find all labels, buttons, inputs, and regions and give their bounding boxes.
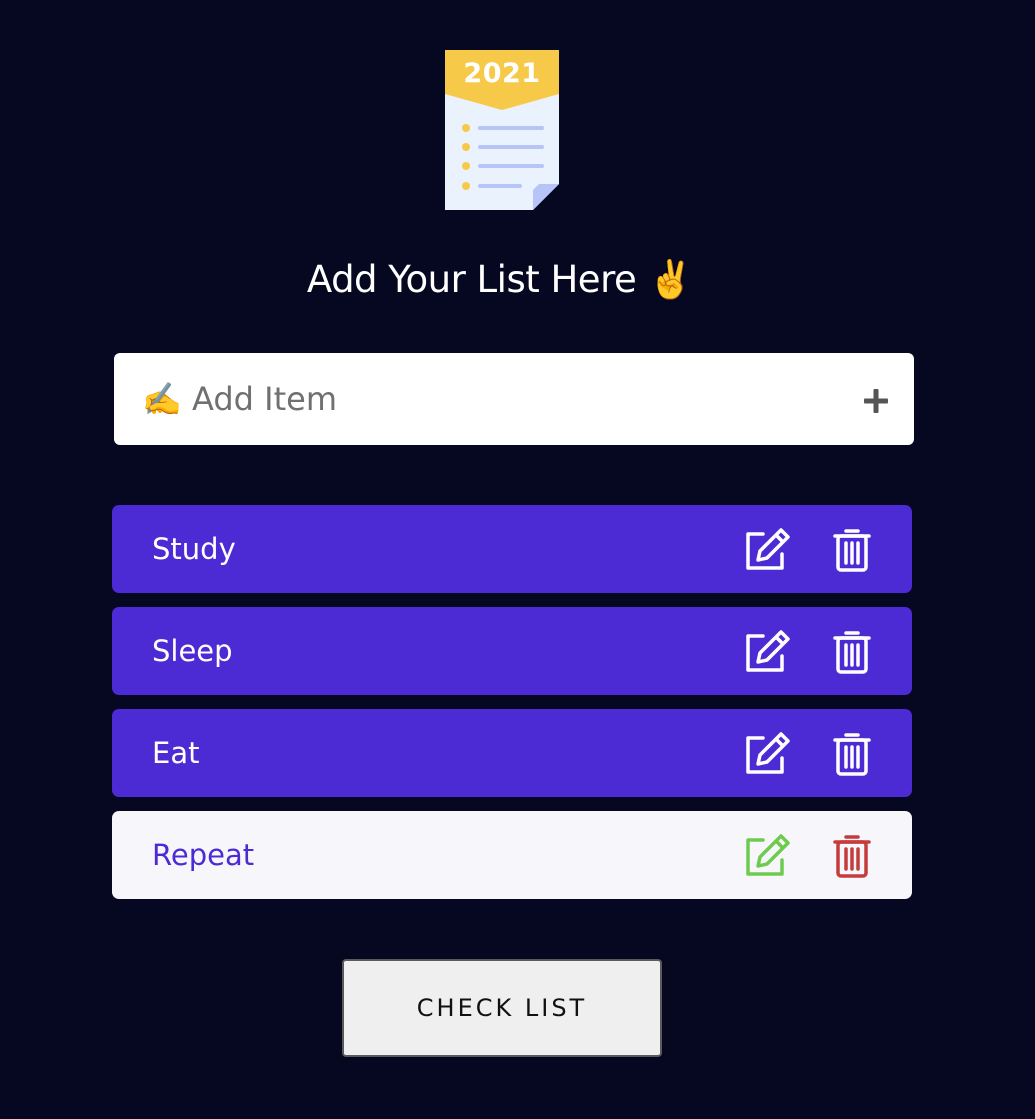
list-item-label: Eat [152, 736, 200, 770]
list-item-label: Repeat [152, 838, 255, 872]
list-item[interactable]: Eat [112, 709, 912, 797]
add-item-input[interactable] [114, 353, 834, 445]
list-item-selected[interactable]: Repeat [112, 811, 912, 899]
logo: 2021 [445, 50, 559, 210]
add-item-button[interactable] [854, 379, 898, 423]
page-title: Add Your List Here ✌️ [306, 258, 694, 301]
trash-icon[interactable] [832, 527, 872, 573]
list-item-label: Sleep [152, 634, 233, 668]
edit-icon[interactable] [743, 730, 791, 778]
edit-icon[interactable] [743, 526, 791, 574]
list-item-label: Study [152, 532, 236, 566]
trash-icon[interactable] [832, 833, 872, 879]
add-item-bar [114, 353, 914, 445]
check-list-button[interactable]: CHECK LIST [342, 959, 662, 1057]
edit-icon[interactable] [743, 832, 791, 880]
trash-icon[interactable] [832, 731, 872, 777]
trash-icon[interactable] [832, 629, 872, 675]
list-item[interactable]: Sleep [112, 607, 912, 695]
logo-year: 2021 [463, 58, 541, 89]
plus-icon [864, 389, 888, 413]
edit-icon[interactable] [743, 628, 791, 676]
list-item[interactable]: Study [112, 505, 912, 593]
